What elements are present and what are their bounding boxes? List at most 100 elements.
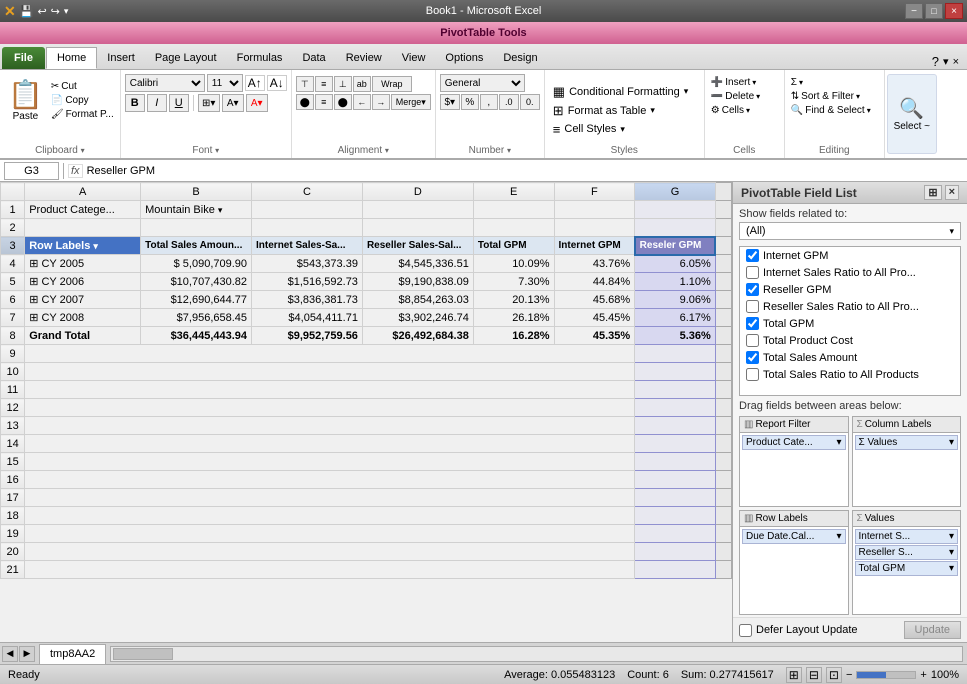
cell-C7[interactable]: $4,054,411.71	[252, 309, 363, 327]
tab-pagelayout[interactable]: Page Layout	[145, 47, 227, 69]
cell-E5[interactable]: 7.30%	[473, 273, 554, 291]
field-total-gpm-checkbox[interactable]	[746, 317, 759, 330]
sheet-tab-tmp8aa2[interactable]: tmp8AA2	[39, 644, 106, 664]
value-item-reseller-s[interactable]: Reseller S...▾	[855, 545, 959, 560]
row-header-8[interactable]: 8	[1, 327, 25, 345]
col-header-B[interactable]: B	[141, 183, 252, 201]
close-workbook-btn[interactable]: ×	[953, 56, 959, 68]
text-orientation-btn[interactable]: ab	[353, 76, 371, 92]
cell-F2[interactable]	[554, 219, 635, 237]
cell-G3[interactable]: Reseler GPM	[635, 237, 716, 255]
cell-D2[interactable]	[362, 219, 473, 237]
page-break-btn[interactable]: ⊡	[826, 667, 842, 683]
field-total-sales-amount[interactable]: Total Sales Amount	[740, 349, 960, 366]
zoom-out-btn[interactable]: −	[846, 669, 852, 681]
cell-F7[interactable]: 45.45%	[554, 309, 635, 327]
bold-button[interactable]: B	[125, 94, 145, 112]
format-painter-button[interactable]: 🖌 Format P...	[49, 108, 116, 121]
cell-G4[interactable]: 6.05%	[635, 255, 716, 273]
cell-G6[interactable]: 9.06%	[635, 291, 716, 309]
cell-F3[interactable]: Internet GPM	[554, 237, 635, 255]
tab-insert[interactable]: Insert	[97, 47, 145, 69]
cell-G7[interactable]: 6.17%	[635, 309, 716, 327]
cell-F8[interactable]: 45.35%	[554, 327, 635, 345]
cell-A6[interactable]: ⊞ CY 2007	[25, 291, 141, 309]
cell-F6[interactable]: 45.68%	[554, 291, 635, 309]
cell-D7[interactable]: $3,902,246.74	[362, 309, 473, 327]
maximize-btn[interactable]: □	[925, 3, 943, 19]
page-layout-btn[interactable]: ⊟	[806, 667, 822, 683]
cell-E7[interactable]: 26.18%	[473, 309, 554, 327]
formula-input[interactable]	[87, 165, 963, 177]
col-header-E[interactable]: E	[473, 183, 554, 201]
cell-B5[interactable]: $10,707,430.82	[141, 273, 252, 291]
value-item-total-gpm[interactable]: Total GPM▾	[855, 561, 959, 576]
quick-access-more[interactable]: ▾	[64, 6, 69, 17]
normal-view-btn[interactable]: ⊞	[786, 667, 802, 683]
align-left-btn[interactable]: ⬤	[296, 94, 314, 110]
percent-btn[interactable]: %	[461, 94, 479, 110]
field-total-gpm[interactable]: Total GPM	[740, 315, 960, 332]
field-total-product-cost[interactable]: Total Product Cost	[740, 332, 960, 349]
minimize-btn[interactable]: −	[905, 3, 923, 19]
quick-access-redo[interactable]: ↪	[51, 5, 60, 18]
cell-B3[interactable]: Total Sales Amoun...	[141, 237, 252, 255]
field-internet-sales-ratio[interactable]: Internet Sales Ratio to All Pro...	[740, 264, 960, 281]
wrap-text-btn[interactable]: Wrap	[372, 76, 412, 92]
cell-D5[interactable]: $9,190,838.09	[362, 273, 473, 291]
field-reseller-sales-ratio-checkbox[interactable]	[746, 300, 759, 313]
field-internet-gpm-checkbox[interactable]	[746, 249, 759, 262]
indent-decrease-btn[interactable]: ←	[353, 94, 371, 110]
cell-E2[interactable]	[473, 219, 554, 237]
tab-design[interactable]: Design	[493, 47, 547, 69]
row-header-6[interactable]: 6	[1, 291, 25, 309]
cell-A1[interactable]: Product Catege...	[25, 201, 141, 219]
format-as-table-btn[interactable]: ⊞Format as Table ▾	[549, 102, 700, 120]
cell-C3[interactable]: Internet Sales-Sa...	[252, 237, 363, 255]
align-top-btn[interactable]: ⊤	[296, 76, 314, 92]
cell-A8[interactable]: Grand Total	[25, 327, 141, 345]
tab-view[interactable]: View	[392, 47, 436, 69]
col-header-G[interactable]: G	[635, 183, 716, 201]
row-header-1[interactable]: 1	[1, 201, 25, 219]
field-total-sales-ratio-checkbox[interactable]	[746, 368, 759, 381]
row-header-2[interactable]: 2	[1, 219, 25, 237]
tab-file[interactable]: File	[2, 47, 45, 69]
field-total-sales-ratio[interactable]: Total Sales Ratio to All Products	[740, 366, 960, 383]
tab-home[interactable]: Home	[46, 47, 97, 69]
cell-A3[interactable]: Row Labels ▾	[25, 237, 141, 255]
quick-access-save[interactable]: 💾	[20, 5, 34, 18]
cell-F4[interactable]: 43.76%	[554, 255, 635, 273]
cell-C2[interactable]	[252, 219, 363, 237]
cell-B7[interactable]: $7,956,658.45	[141, 309, 252, 327]
col-header-C[interactable]: C	[252, 183, 363, 201]
cell-E1[interactable]	[473, 201, 554, 219]
cell-B8[interactable]: $36,445,443.94	[141, 327, 252, 345]
cell-C8[interactable]: $9,952,759.56	[252, 327, 363, 345]
field-internet-gpm[interactable]: Internet GPM	[740, 247, 960, 264]
decimal-increase-btn[interactable]: .0	[499, 94, 519, 110]
cell-B1[interactable]: Mountain Bike ▾	[141, 201, 252, 219]
pivot-source-dropdown[interactable]: (All) ▾	[739, 222, 961, 240]
select-button[interactable]: 🔍 Select ~	[887, 74, 937, 154]
fill-color-button[interactable]: A▾	[222, 94, 244, 112]
currency-btn[interactable]: $▾	[440, 94, 460, 110]
col-header-D[interactable]: D	[362, 183, 473, 201]
col-header-F[interactable]: F	[554, 183, 635, 201]
row-header-4[interactable]: 4	[1, 255, 25, 273]
field-total-product-cost-checkbox[interactable]	[746, 334, 759, 347]
number-format-select[interactable]: General	[440, 74, 525, 92]
sum-btn[interactable]: Σ ▾	[789, 76, 873, 89]
cell-D8[interactable]: $26,492,684.38	[362, 327, 473, 345]
row-header-3[interactable]: 3	[1, 237, 25, 255]
report-filter-item[interactable]: Product Cate...▾	[742, 435, 846, 450]
comma-btn[interactable]: ,	[480, 94, 498, 110]
value-item-internet-s[interactable]: Internet S...▾	[855, 529, 959, 544]
cell-reference-box[interactable]	[4, 162, 59, 180]
field-reseller-sales-ratio[interactable]: Reseller Sales Ratio to All Pro...	[740, 298, 960, 315]
pivot-close-btn[interactable]: ×	[945, 185, 959, 200]
field-reseller-gpm-checkbox[interactable]	[746, 283, 759, 296]
cell-E8[interactable]: 16.28%	[473, 327, 554, 345]
cut-button[interactable]: ✂ Cut	[49, 80, 116, 93]
cell-G2[interactable]	[635, 219, 716, 237]
